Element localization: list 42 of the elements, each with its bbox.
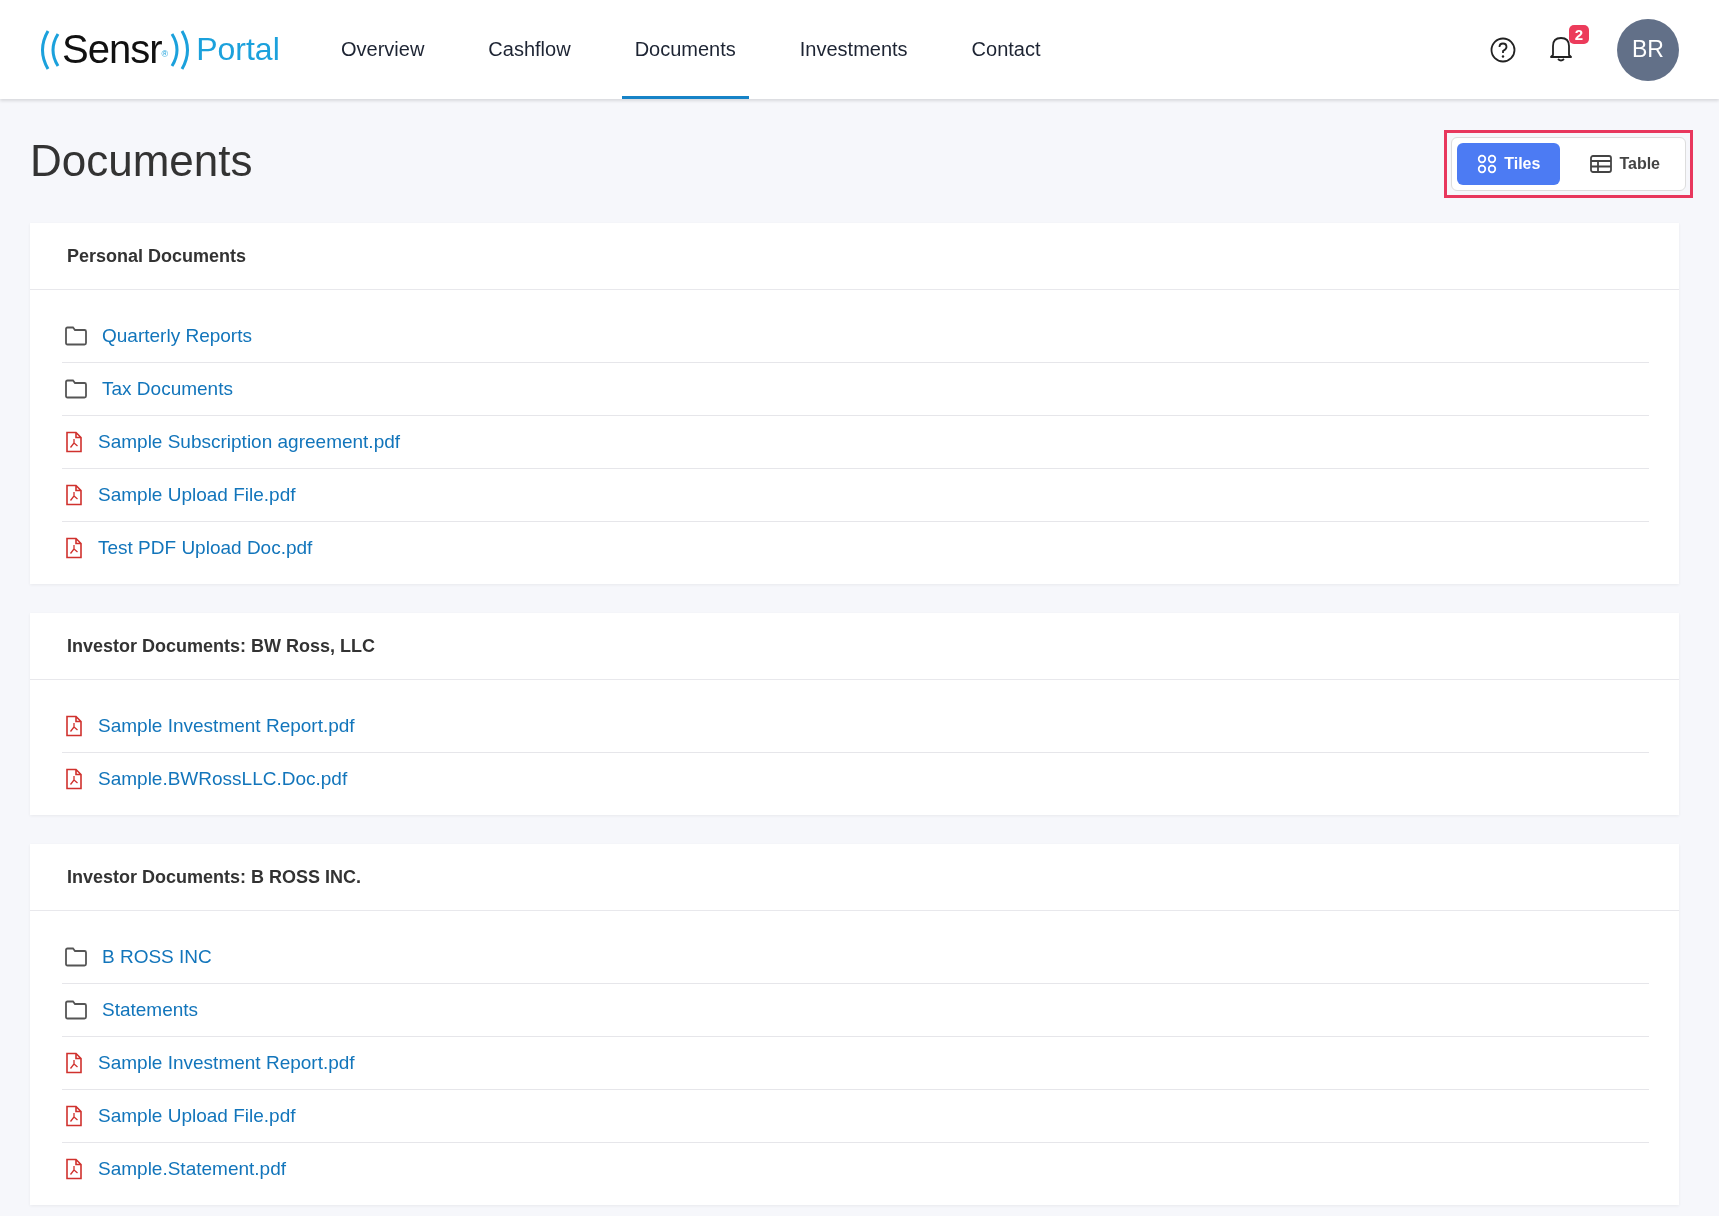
folder-icon xyxy=(64,326,88,346)
nav-tab[interactable]: Documents xyxy=(621,0,749,99)
folder-icon xyxy=(64,1000,88,1020)
section-title: Personal Documents xyxy=(67,245,247,267)
document-link[interactable]: Statements xyxy=(102,999,199,1021)
document-link[interactable]: Test PDF Upload Doc.pdf xyxy=(98,537,313,559)
nav-tab[interactable]: Contact xyxy=(958,0,1054,99)
document-link[interactable]: Sample.BWRossLLC.Doc.pdf xyxy=(98,768,348,790)
table-icon xyxy=(1590,155,1613,173)
grid-icon xyxy=(1477,154,1498,174)
notification-badge: 2 xyxy=(1568,24,1589,44)
pdf-file-icon xyxy=(64,768,84,790)
nav-tab[interactable]: Investments xyxy=(786,0,921,99)
user-avatar[interactable]: BR xyxy=(1617,18,1679,81)
pdf-file-icon xyxy=(64,484,84,506)
folder-icon xyxy=(64,379,88,399)
pdf-file-icon xyxy=(64,1158,84,1180)
page-title: Documents xyxy=(30,136,253,186)
pdf-file-icon xyxy=(64,715,84,737)
pdf-file-icon xyxy=(64,1052,84,1074)
folder-icon xyxy=(64,947,88,967)
document-link[interactable]: Tax Documents xyxy=(102,378,233,400)
section-title: Investor Documents: B ROSS INC. xyxy=(67,866,362,888)
document-link[interactable]: Quarterly Reports xyxy=(102,325,252,347)
document-link[interactable]: Sample Investment Report.pdf xyxy=(98,1052,355,1074)
section-title: Investor Documents: BW Ross, LLC xyxy=(67,635,376,657)
view-option-button[interactable]: Tiles xyxy=(1457,143,1561,185)
document-link[interactable]: Sample Upload File.pdf xyxy=(98,1105,296,1127)
pdf-file-icon xyxy=(64,1105,84,1127)
registered-mark: ® xyxy=(161,49,169,59)
document-link[interactable]: B ROSS INC xyxy=(102,946,212,968)
document-link[interactable]: Sample Upload File.pdf xyxy=(98,484,296,506)
nav-tab[interactable]: Overview xyxy=(328,0,438,99)
pdf-file-icon xyxy=(64,537,84,559)
logo-name: Sensr xyxy=(62,27,162,72)
document-link[interactable]: Sample Subscription agreement.pdf xyxy=(98,431,401,453)
nav-tab[interactable]: Cashflow xyxy=(475,0,584,99)
help-icon[interactable] xyxy=(1489,35,1517,64)
document-link[interactable]: Sample.Statement.pdf xyxy=(98,1158,286,1180)
document-link[interactable]: Sample Investment Report.pdf xyxy=(98,715,355,737)
view-option-button[interactable]: Table xyxy=(1570,143,1680,185)
pdf-file-icon xyxy=(64,431,84,453)
